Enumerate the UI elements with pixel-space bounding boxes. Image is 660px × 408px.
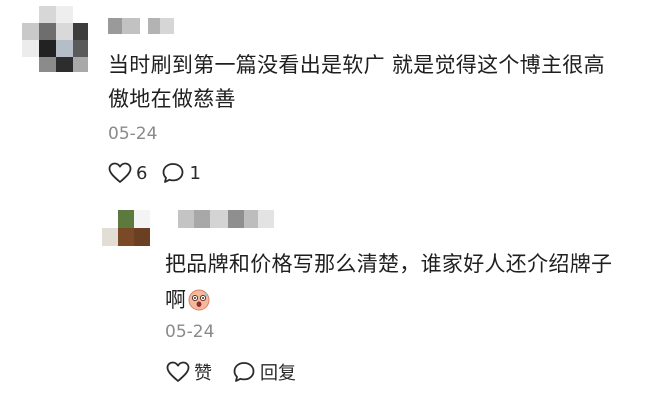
reply-text-line: 把品牌和价格写那么清楚，谁家好人还介绍牌子 — [165, 252, 613, 276]
heart-outline-icon — [108, 162, 132, 184]
shocked-face-emoji-icon — [188, 286, 210, 311]
like-button[interactable]: 赞 — [166, 359, 212, 385]
like-count: 6 — [136, 162, 148, 184]
reply-label: 回复 — [260, 363, 296, 384]
heart-outline-icon — [166, 361, 190, 383]
reply-text: 把品牌和价格写那么清楚，谁家好人还介绍牌子 啊 — [165, 246, 645, 318]
comment-date: 05-24 — [108, 124, 158, 144]
like-button[interactable]: 6 — [108, 162, 147, 184]
reply-text-tail: 啊 — [165, 288, 187, 312]
reply-button[interactable]: 1 — [161, 162, 201, 184]
speech-bubble-icon — [161, 162, 185, 184]
username-blurred[interactable] — [108, 18, 176, 34]
reply-text-line-2: 啊 — [165, 282, 645, 318]
comment-text: 当时刷到第一篇没看出是软广 就是觉得这个博主很高 傲地在做慈善 — [108, 48, 648, 116]
speech-bubble-icon — [232, 361, 256, 383]
like-label: 赞 — [194, 363, 212, 384]
reply-date: 05-24 — [165, 322, 215, 342]
comment-text-line: 当时刷到第一篇没看出是软广 就是觉得这个博主很高 — [108, 53, 605, 77]
username-blurred[interactable] — [178, 210, 276, 228]
avatar[interactable] — [102, 210, 150, 246]
comment-text-line: 傲地在做慈善 — [108, 87, 236, 111]
reply-count: 1 — [189, 162, 201, 184]
comment-actions: 6 1 — [108, 160, 215, 186]
avatar[interactable] — [22, 6, 88, 72]
reply-actions: 赞 回复 — [166, 359, 316, 385]
reply-button[interactable]: 回复 — [232, 359, 296, 385]
